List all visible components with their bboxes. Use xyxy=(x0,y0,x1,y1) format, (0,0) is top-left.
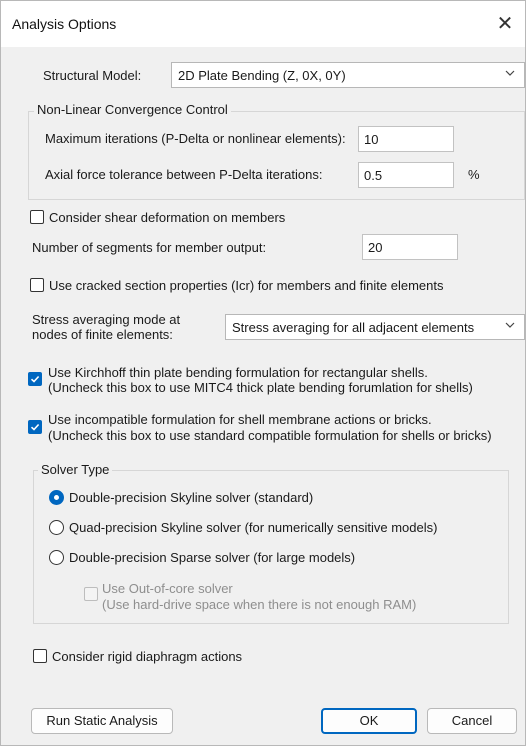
stress-averaging-label-line1: Stress averaging mode at xyxy=(32,312,181,327)
cancel-button[interactable]: Cancel xyxy=(427,708,517,734)
kirchhoff-label-line2: (Uncheck this box to use MITC4 thick pla… xyxy=(48,380,473,395)
title-bar: Analysis Options ✕ xyxy=(1,1,525,47)
axial-tolerance-input[interactable]: 0.5 xyxy=(358,162,454,188)
chevron-down-icon xyxy=(505,70,515,76)
rigid-diaphragm-label: Consider rigid diaphragm actions xyxy=(52,649,243,664)
checkmark-icon xyxy=(30,375,40,383)
incompatible-checkbox[interactable] xyxy=(28,420,42,434)
out-of-core-label-line1: Use Out-of-core solver xyxy=(102,581,233,596)
max-iterations-label: Maximum iterations (P-Delta or nonlinear… xyxy=(45,131,346,146)
incompatible-label-line1: Use incompatible formulation for shell m… xyxy=(48,412,432,427)
analysis-options-dialog: Analysis Options ✕ Structural Model: 2D … xyxy=(0,0,526,746)
structural-model-value: 2D Plate Bending (Z, 0X, 0Y) xyxy=(178,68,346,83)
structural-model-label: Structural Model: xyxy=(43,68,142,83)
max-iterations-input[interactable]: 10 xyxy=(358,126,454,152)
checkmark-icon xyxy=(30,423,40,431)
dialog-title: Analysis Options xyxy=(12,16,117,32)
chevron-down-icon xyxy=(505,322,515,328)
kirchhoff-label-line1: Use Kirchhoff thin plate bending formula… xyxy=(48,365,428,380)
cracked-section-checkbox[interactable] xyxy=(30,278,44,292)
rigid-diaphragm-checkbox[interactable] xyxy=(33,649,47,663)
segments-label: Number of segments for member output: xyxy=(32,240,267,255)
stress-averaging-value: Stress averaging for all adjacent elemen… xyxy=(232,320,475,335)
solver-option-skyline-double: Double-precision Skyline solver (standar… xyxy=(69,490,314,505)
incompatible-label-line2: (Uncheck this box to use standard compat… xyxy=(48,428,492,443)
axial-tolerance-unit: % xyxy=(468,167,480,182)
solver-option-sparse: Double-precision Sparse solver (for larg… xyxy=(69,550,356,565)
cracked-section-label: Use cracked section properties (Icr) for… xyxy=(49,278,444,293)
segments-input[interactable]: 20 xyxy=(362,234,458,260)
close-icon[interactable]: ✕ xyxy=(491,10,519,38)
solver-type-group-label: Solver Type xyxy=(38,462,113,477)
shear-deformation-label: Consider shear deformation on members xyxy=(49,210,286,225)
run-static-analysis-button[interactable]: Run Static Analysis xyxy=(31,708,173,734)
axial-tolerance-label: Axial force tolerance between P-Delta it… xyxy=(45,167,323,182)
structural-model-select[interactable]: 2D Plate Bending (Z, 0X, 0Y) xyxy=(171,62,525,88)
convergence-group-label: Non-Linear Convergence Control xyxy=(34,102,231,117)
out-of-core-checkbox[interactable] xyxy=(84,587,98,601)
solver-radio-skyline-quad[interactable] xyxy=(49,520,64,535)
solver-radio-sparse[interactable] xyxy=(49,550,64,565)
stress-averaging-label-line2: nodes of finite elements: xyxy=(32,327,173,342)
solver-option-skyline-quad: Quad-precision Skyline solver (for numer… xyxy=(69,520,438,535)
kirchhoff-checkbox[interactable] xyxy=(28,372,42,386)
shear-deformation-checkbox[interactable] xyxy=(30,210,44,224)
out-of-core-label-line2: (Use hard-drive space when there is not … xyxy=(102,597,417,612)
stress-averaging-select[interactable]: Stress averaging for all adjacent elemen… xyxy=(225,314,525,340)
solver-radio-skyline-double[interactable] xyxy=(49,490,64,505)
ok-button[interactable]: OK xyxy=(321,708,417,734)
